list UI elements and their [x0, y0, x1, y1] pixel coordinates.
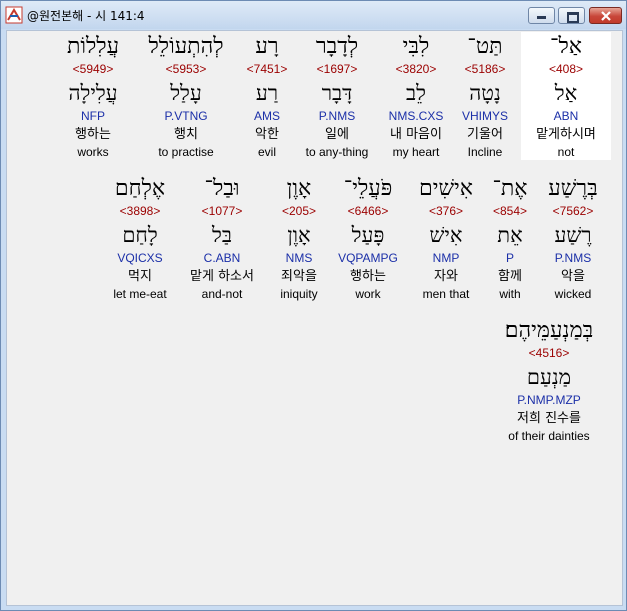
morphology-code: NMS — [285, 251, 313, 265]
strong-number[interactable]: <408> — [521, 62, 611, 77]
strong-number[interactable]: <4516> — [490, 346, 608, 361]
lemma: בַּל — [212, 223, 232, 247]
word-block[interactable]: אִישִׁים <376> אִישׁ NMP 자와 men that — [401, 174, 491, 302]
lemma: אִישׁ — [429, 223, 463, 247]
morphology-code: P.VTNG — [164, 109, 208, 123]
korean-gloss: 내 마음이 — [390, 127, 442, 142]
morphology-code: ABN — [553, 109, 579, 123]
korean-gloss: 맡게 하소서 — [190, 269, 254, 284]
korean-gloss: 저희 진수를 — [517, 411, 581, 426]
lemma: עָלַל — [170, 81, 202, 105]
window-title: @원전본해 - 시 141:4 — [27, 9, 145, 23]
english-gloss: evil — [257, 145, 276, 159]
korean-gloss: 악한 — [255, 127, 279, 142]
hebrew-word: לְהִתְעוֹלֵל — [148, 34, 224, 59]
strong-number[interactable]: <5953> — [141, 62, 231, 77]
hebrew-word: לִבִּי — [402, 34, 430, 59]
hebrew-word: אִישִׁים — [418, 176, 474, 201]
word-block[interactable]: אַל־ <408> אַל ABN 맡게하시며 not — [521, 32, 611, 160]
lemma: עֲלִילָה — [68, 81, 118, 105]
hebrew-word: אַל־ — [550, 34, 582, 59]
strong-number[interactable]: <3820> — [371, 62, 461, 77]
morphology-code: NFP — [81, 109, 105, 123]
english-gloss: works — [77, 145, 109, 159]
english-gloss: let me-eat — [113, 287, 167, 301]
word-block[interactable]: עֲלִלוֹת <5949> עֲלִילָה NFP 행하는 works — [48, 32, 138, 160]
hebrew-word: רָע — [255, 34, 279, 59]
morphology-code: AMS — [253, 109, 280, 123]
morphology-code: P.NMP.MZP — [517, 393, 581, 407]
lemma: אַל — [554, 81, 578, 105]
lemma: מַנְעַם — [526, 365, 572, 389]
strong-number[interactable]: <3898> — [95, 204, 185, 219]
korean-gloss: 자와 — [434, 269, 458, 284]
morphology-code: NMS.CXS — [388, 109, 444, 123]
lemma: לֵב — [406, 81, 426, 105]
close-button[interactable] — [589, 7, 622, 24]
strong-number[interactable]: <205> — [254, 204, 344, 219]
morphology-code: VQICXS — [117, 251, 163, 265]
english-gloss: iniquity — [280, 287, 318, 301]
minimize-button[interactable] — [528, 7, 555, 24]
english-gloss: not — [557, 145, 575, 159]
word-block[interactable]: לִבִּי <3820> לֵב NMS.CXS 내 마음이 my heart — [371, 32, 461, 160]
word-block[interactable]: רָע <7451> רַע AMS 악한 evil — [222, 32, 312, 160]
lemma: אָוֶן — [287, 223, 311, 247]
strong-number[interactable]: <1077> — [177, 204, 267, 219]
korean-gloss: 맡게하시며 — [536, 127, 596, 142]
korean-gloss: 죄악을 — [281, 269, 317, 284]
korean-gloss: 먹지 — [128, 269, 152, 284]
hebrew-word: בְּמַנְעַמֵּיהֶם׃ — [504, 318, 594, 343]
lemma: לָחַם — [122, 223, 158, 247]
korean-gloss: 행치 — [174, 127, 198, 142]
morphology-code: C.ABN — [203, 251, 241, 265]
morphology-code: NMP — [432, 251, 460, 265]
english-gloss: of their dainties — [508, 429, 590, 443]
hebrew-word: אָוֶן — [286, 176, 312, 201]
strong-number[interactable]: <5949> — [48, 62, 138, 77]
english-gloss: my heart — [392, 145, 440, 159]
word-block[interactable]: לְהִתְעוֹלֵל <5953> עָלַל P.VTNG 행치 to p… — [141, 32, 231, 160]
strong-number[interactable]: <7451> — [222, 62, 312, 77]
title-bar[interactable]: @원전본해 - 시 141:4 — [1, 1, 626, 29]
lemma: רַע — [255, 81, 279, 105]
english-gloss: and-not — [201, 287, 243, 301]
app-window: @원전본해 - 시 141:4 אַל־ <408> אַל ABN 맡게하시며… — [0, 0, 627, 611]
interlinear-panel: אַל־ <408> אַל ABN 맡게하시며 not תַּט־ <5186… — [6, 30, 623, 606]
word-block[interactable]: וּבַל־ <1077> בַּל C.ABN 맡게 하소서 and-not — [177, 174, 267, 302]
maximize-button[interactable] — [558, 7, 585, 24]
english-gloss: men that — [422, 287, 470, 301]
close-icon — [601, 11, 611, 21]
hebrew-word: וּבַל־ — [204, 176, 240, 201]
strong-number[interactable]: <376> — [401, 204, 491, 219]
english-gloss: to practise — [158, 145, 214, 159]
hebrew-word: עֲלִלוֹת — [66, 34, 120, 59]
korean-gloss: 행하는 — [75, 127, 111, 142]
app-logo-icon — [5, 6, 23, 24]
word-block[interactable]: אֶלְחַם <3898> לָחַם VQICXS 먹지 let me-ea… — [95, 174, 185, 302]
word-block[interactable]: בְּמַנְעַמֵּיהֶם׃ <4516> מַנְעַם P.NMP.M… — [490, 316, 608, 444]
hebrew-word: אֶלְחַם — [114, 176, 166, 201]
word-block[interactable]: אָוֶן <205> אָוֶן NMS 죄악을 iniquity — [254, 174, 344, 302]
